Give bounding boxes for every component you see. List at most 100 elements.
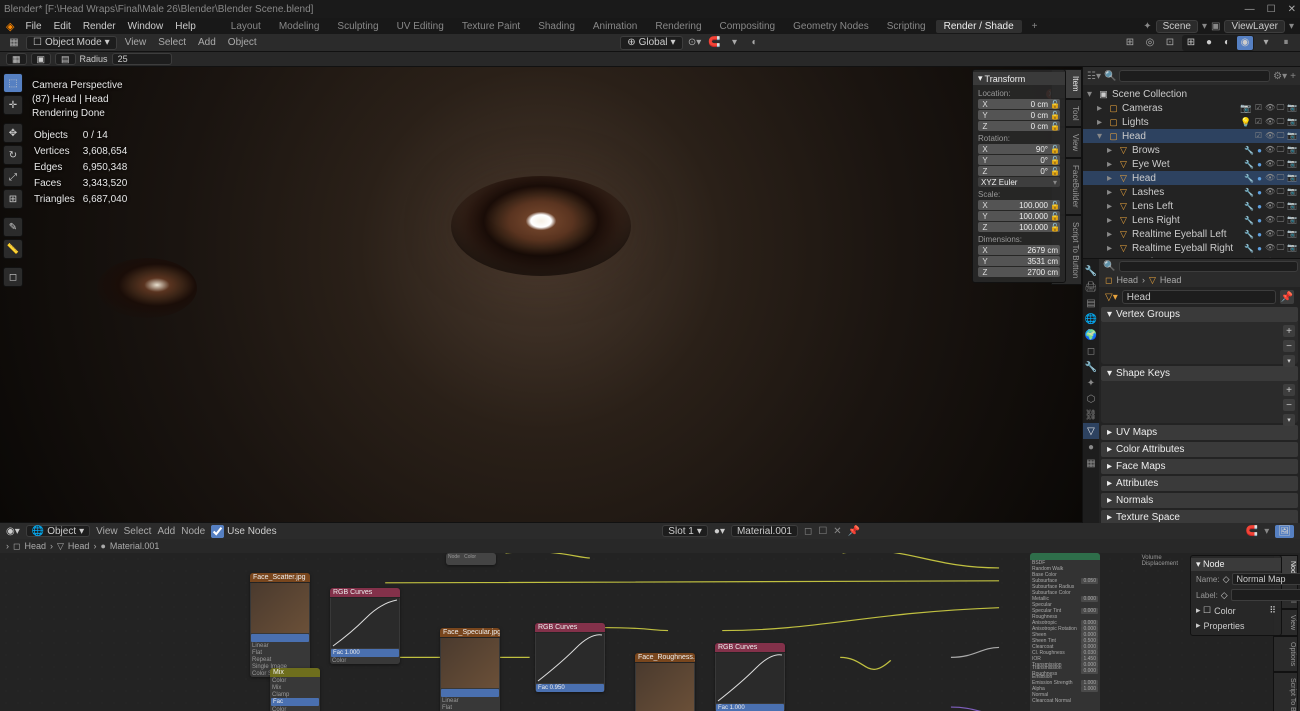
workspace-tab[interactable]: Rendering	[647, 20, 709, 33]
mesh-lensleft[interactable]: ▸▽Lens Left🔧●👁🖵📷	[1083, 199, 1300, 213]
frame-node[interactable]: Node Color	[446, 553, 496, 565]
sk-specials[interactable]: ▾	[1283, 414, 1295, 426]
new-material-btn[interactable]: ◻	[804, 526, 812, 537]
dim-x[interactable]: X2679 cm	[978, 245, 1060, 255]
menu-render[interactable]: Render	[78, 21, 121, 32]
snap-options[interactable]: ▾	[727, 36, 743, 50]
tool-move[interactable]: ✥	[3, 123, 23, 143]
tab-viewlayer[interactable]: ▤	[1083, 295, 1099, 311]
shading-solid[interactable]: ●	[1201, 36, 1217, 50]
viewlayer-selector[interactable]: ViewLayer	[1224, 20, 1285, 33]
dim-y[interactable]: Y3531 cm	[978, 256, 1060, 266]
location-y[interactable]: Y0 cm🔓	[978, 110, 1060, 120]
mesh-teeth[interactable]: ▸▽Teeth🔧👁🖵📷	[1083, 255, 1300, 258]
tool-cursor[interactable]: ✛	[3, 95, 23, 115]
menu-help[interactable]: Help	[170, 21, 201, 32]
mesh-eyeball-right[interactable]: ▸▽Realtime Eyeball Right🔧●👁🖵📷	[1083, 241, 1300, 255]
scale-y[interactable]: Y100.000🔓	[978, 211, 1060, 221]
tab-object-data[interactable]: ▽	[1083, 423, 1099, 439]
mesh-name-input[interactable]	[1122, 290, 1276, 304]
scene-selector[interactable]: Scene	[1156, 20, 1198, 33]
uv-maps-header[interactable]: ▸ UV Maps	[1101, 425, 1298, 440]
remove-sk-button[interactable]: −	[1283, 399, 1295, 411]
properties-search[interactable]	[1119, 261, 1298, 272]
transform-header[interactable]: ▾ Transform	[973, 72, 1065, 85]
tool-transform[interactable]: ⊞	[3, 189, 23, 209]
image-texture-node-3[interactable]: Face_Roughness.jpg LinearFlatRepeat	[635, 653, 695, 711]
browse-viewlayer-btn[interactable]: ▾	[1289, 21, 1294, 32]
workspace-tab[interactable]: Shading	[530, 20, 583, 33]
tool-scale[interactable]: ⤢	[3, 167, 23, 187]
workspace-tab[interactable]: Scripting	[879, 20, 934, 33]
view-menu[interactable]: View	[121, 37, 151, 48]
tab-particles[interactable]: ✦	[1083, 375, 1099, 391]
overlay-icon[interactable]: ▾	[1264, 526, 1269, 537]
vg-specials[interactable]: ▾	[1283, 355, 1295, 367]
editor-type-selector[interactable]: ◉▾	[6, 526, 20, 537]
scale-z[interactable]: Z100.000🔓	[978, 222, 1060, 232]
normals-header[interactable]: ▸ Normals	[1101, 493, 1298, 508]
editor-type-selector[interactable]: ▦	[6, 36, 22, 50]
select-menu[interactable]: Select	[154, 37, 190, 48]
node-select-menu[interactable]: Select	[124, 526, 152, 537]
tool-a[interactable]: ▦	[6, 53, 27, 65]
xray-toggle[interactable]: ⊡	[1162, 36, 1178, 50]
mesh-lensright[interactable]: ▸▽Lens Right🔧●👁🖵📷	[1083, 213, 1300, 227]
location-z[interactable]: Z0 cm🔓	[978, 121, 1060, 131]
scale-x[interactable]: X100.000🔓	[978, 200, 1060, 210]
workspace-tab[interactable]: Sculpting	[329, 20, 386, 33]
rgb-curves-node[interactable]: RGB Curves Fac 1.000Color	[330, 588, 400, 664]
rotation-mode[interactable]: XYZ Euler▾	[978, 177, 1060, 187]
workspace-tab[interactable]: UV Editing	[389, 20, 452, 33]
node-canvas[interactable]: Face_Scatter.jpg LinearFlatRepeat Single…	[0, 553, 1300, 711]
shading-material[interactable]: ◐	[1219, 36, 1235, 50]
node-label-input[interactable]	[1231, 589, 1300, 601]
vertex-groups-list[interactable]: + − ▾	[1101, 322, 1298, 364]
pin-toggle[interactable]: 📌	[848, 526, 860, 537]
node-node-menu[interactable]: Node	[181, 526, 205, 537]
shader-type[interactable]: 🌐 Object ▾	[26, 525, 90, 537]
dim-z[interactable]: Z2700 cm	[978, 267, 1060, 277]
new-collection[interactable]: +	[1290, 71, 1296, 82]
outliner-tree[interactable]: ▾▣ Scene Collection ▸▢ Cameras 📷 ☑👁🖵📷 ▸▢…	[1083, 85, 1300, 258]
node-prop-subpanel[interactable]: ▸ Properties	[1191, 618, 1281, 633]
backdrop-icon[interactable]: 🖼	[1275, 525, 1294, 538]
fake-user-toggle[interactable]: 📌	[1280, 290, 1294, 304]
tool-annotate[interactable]: ✎	[3, 217, 23, 237]
tab-render[interactable]: 🔧	[1083, 263, 1099, 279]
face-maps-header[interactable]: ▸ Face Maps	[1101, 459, 1298, 474]
rotation-z[interactable]: Z0°🔓	[978, 166, 1060, 176]
add-vg-button[interactable]: +	[1283, 325, 1295, 337]
workspace-tab[interactable]: Compositing	[712, 20, 784, 33]
mesh-eyeball-left[interactable]: ▸▽Realtime Eyeball Left🔧●👁🖵📷	[1083, 227, 1300, 241]
tab-physics[interactable]: ⬡	[1083, 391, 1099, 407]
workspace-tab-add[interactable]: +	[1024, 20, 1046, 33]
material-field[interactable]: Material.001	[731, 525, 798, 537]
workspace-tab[interactable]: Layout	[223, 20, 269, 33]
workspace-tab[interactable]: Modeling	[271, 20, 328, 33]
object-menu[interactable]: Object	[224, 37, 261, 48]
tool-add-cube[interactable]: ◻	[3, 267, 23, 287]
node-panel-header[interactable]: ▾ Node	[1191, 558, 1281, 571]
snap-icon[interactable]: 🧲	[1246, 526, 1258, 537]
outliner-search[interactable]	[1119, 70, 1270, 82]
collection-cameras[interactable]: ▸▢ Cameras 📷 ☑👁🖵📷	[1083, 101, 1300, 115]
image-name-field[interactable]	[251, 634, 309, 642]
overlay-toggle[interactable]: ◎	[1142, 36, 1158, 50]
material-browse-icon[interactable]: ●▾	[714, 526, 725, 537]
workspace-tab[interactable]: Animation	[585, 20, 645, 33]
node-tab-options[interactable]: Options	[1273, 636, 1298, 672]
tab-world[interactable]: 🌍	[1083, 327, 1099, 343]
tool-measure[interactable]: 📏	[3, 239, 23, 259]
menu-file[interactable]: File	[20, 21, 46, 32]
radius-value[interactable]: 25	[112, 53, 172, 65]
remove-vg-button[interactable]: −	[1283, 340, 1295, 352]
pause-render[interactable]: ⏸	[1278, 36, 1294, 50]
collection-lights[interactable]: ▸▢ Lights 💡 ☑👁🖵📷	[1083, 115, 1300, 129]
location-x[interactable]: X0 cm🔓	[978, 99, 1060, 109]
unlink-btn[interactable]: ✕	[833, 526, 841, 537]
shading-rendered[interactable]: ◉	[1237, 36, 1253, 50]
rgb-curves-node-3[interactable]: RGB Curves Fac 1.000	[715, 643, 785, 711]
render-icon[interactable]: 📷	[1287, 103, 1296, 113]
menu-edit[interactable]: Edit	[49, 21, 76, 32]
